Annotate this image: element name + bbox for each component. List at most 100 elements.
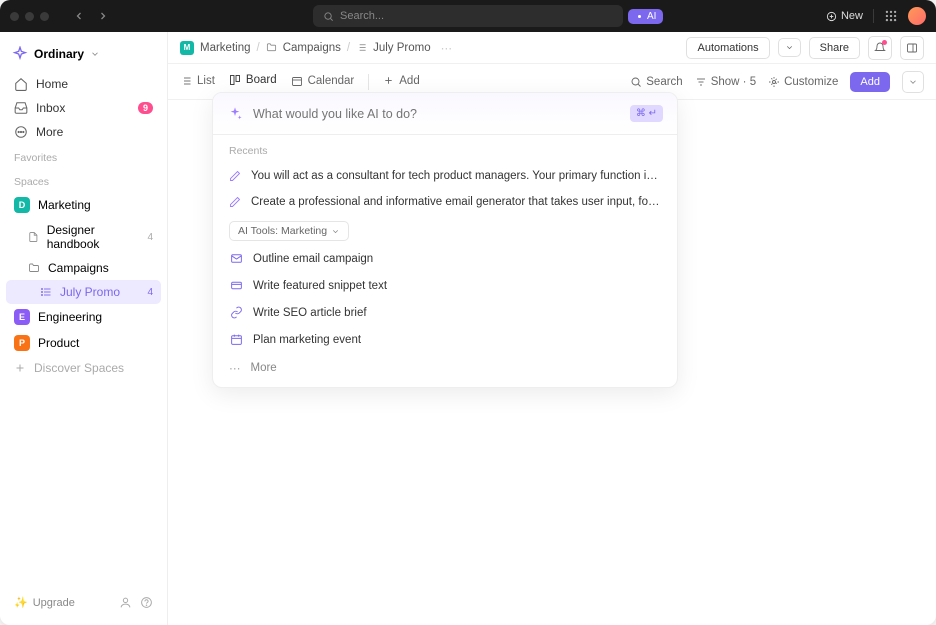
nav-inbox[interactable]: Inbox 9 bbox=[6, 96, 161, 120]
search-button[interactable]: Search bbox=[630, 76, 682, 88]
add-task-dropdown[interactable] bbox=[902, 71, 924, 93]
search-icon bbox=[630, 76, 642, 88]
maximize-icon[interactable] bbox=[40, 12, 49, 21]
main: M Marketing / Campaigns / July Promo ⋯ A… bbox=[168, 32, 936, 625]
plus-circle-icon bbox=[826, 11, 837, 22]
chevron-down-icon bbox=[90, 49, 100, 59]
sparkle-icon bbox=[635, 12, 644, 21]
breadcrumb-folder[interactable]: Campaigns bbox=[283, 42, 341, 54]
space-engineering[interactable]: E Engineering bbox=[6, 304, 161, 330]
doc-icon bbox=[28, 231, 39, 243]
sidebar-footer: ✨ Upgrade bbox=[6, 588, 161, 617]
ai-tool-item[interactable]: Write featured snippet text bbox=[213, 272, 677, 299]
user-icon[interactable] bbox=[119, 596, 132, 609]
notifications-button[interactable] bbox=[868, 36, 892, 60]
ai-prompt-row[interactable]: ⌘ ↵ bbox=[213, 93, 677, 134]
divider bbox=[873, 9, 874, 23]
help-icon[interactable] bbox=[140, 596, 153, 609]
more-icon bbox=[14, 125, 28, 139]
folder-icon bbox=[266, 42, 277, 53]
breadcrumb-space[interactable]: Marketing bbox=[200, 42, 251, 54]
plus-icon bbox=[14, 362, 26, 374]
card-icon bbox=[229, 279, 243, 292]
inbox-badge: 9 bbox=[138, 102, 153, 114]
space-color-chip: E bbox=[14, 309, 30, 325]
minimize-icon[interactable] bbox=[25, 12, 34, 21]
sidebar: Ordinary Home Inbox 9 More Favorites Spa… bbox=[0, 32, 168, 625]
nav-more[interactable]: More bbox=[6, 120, 161, 144]
gear-icon bbox=[768, 76, 780, 88]
logo-icon bbox=[12, 46, 28, 62]
breadcrumb: M Marketing / Campaigns / July Promo ⋯ A… bbox=[168, 32, 936, 64]
close-icon[interactable] bbox=[10, 12, 19, 21]
space-color-chip: D bbox=[14, 197, 30, 213]
sidebar-item-campaigns[interactable]: Campaigns bbox=[6, 256, 161, 280]
keyboard-shortcut: ⌘ ↵ bbox=[630, 105, 663, 122]
ai-prompt-input[interactable] bbox=[253, 107, 620, 121]
chevron-down-icon bbox=[908, 77, 918, 87]
topbar: Search... AI New bbox=[0, 0, 936, 32]
space-product[interactable]: P Product bbox=[6, 330, 161, 356]
workspace-switcher[interactable]: Ordinary bbox=[6, 40, 161, 72]
favorites-label: Favorites bbox=[6, 144, 161, 168]
home-icon bbox=[14, 77, 28, 91]
automations-button[interactable]: Automations bbox=[686, 37, 769, 59]
ellipsis-icon: ⋯ bbox=[229, 361, 241, 375]
mail-icon bbox=[229, 252, 243, 265]
recent-prompt[interactable]: You will act as a consultant for tech pr… bbox=[213, 163, 677, 189]
tab-list[interactable]: List bbox=[180, 64, 215, 100]
share-button[interactable]: Share bbox=[809, 37, 860, 59]
forward-button[interactable] bbox=[93, 6, 113, 26]
list-icon bbox=[40, 286, 52, 298]
calendar-icon bbox=[291, 75, 303, 87]
apps-icon[interactable] bbox=[884, 9, 898, 23]
recent-prompt[interactable]: Create a professional and informative em… bbox=[213, 189, 677, 215]
board-icon bbox=[229, 74, 241, 86]
ai-tools-filter[interactable]: AI Tools: Marketing bbox=[229, 221, 349, 241]
customize-button[interactable]: Customize bbox=[768, 76, 838, 88]
nav-home[interactable]: Home bbox=[6, 72, 161, 96]
folder-icon bbox=[28, 262, 40, 274]
new-button[interactable]: New bbox=[826, 10, 863, 22]
spaces-label: Spaces bbox=[6, 168, 161, 192]
add-task-button[interactable]: Add bbox=[850, 72, 890, 92]
sparkle-icon: ✨ bbox=[14, 596, 28, 609]
inbox-icon bbox=[14, 101, 28, 115]
search-placeholder: Search... bbox=[340, 10, 384, 22]
ai-panel: ⌘ ↵ Recents You will act as a consultant… bbox=[212, 92, 678, 388]
list-icon bbox=[180, 75, 192, 87]
ai-tool-item[interactable]: Write SEO article brief bbox=[213, 299, 677, 326]
app-window: Search... AI New Ordinary bbox=[0, 0, 936, 625]
ai-tool-item[interactable]: Outline email campaign bbox=[213, 245, 677, 272]
ai-more-button[interactable]: ⋯ More bbox=[213, 353, 677, 387]
more-icon[interactable]: ⋯ bbox=[441, 41, 453, 55]
discover-spaces[interactable]: Discover Spaces bbox=[6, 356, 161, 380]
ai-badge[interactable]: AI bbox=[628, 9, 663, 24]
recents-label: Recents bbox=[213, 135, 677, 163]
search-icon bbox=[323, 11, 334, 22]
calendar-icon bbox=[229, 333, 243, 346]
space-color-chip: P bbox=[14, 335, 30, 351]
link-icon bbox=[229, 306, 243, 319]
pencil-icon bbox=[229, 196, 241, 208]
avatar[interactable] bbox=[908, 7, 926, 25]
list-icon bbox=[356, 42, 367, 53]
panel-icon bbox=[906, 42, 918, 54]
sidebar-toggle[interactable] bbox=[900, 36, 924, 60]
sidebar-item-july-promo[interactable]: July Promo 4 bbox=[6, 280, 161, 304]
back-button[interactable] bbox=[69, 6, 89, 26]
ai-tool-item[interactable]: Plan marketing event bbox=[213, 326, 677, 353]
pencil-icon bbox=[229, 170, 241, 182]
chevron-down-icon bbox=[331, 227, 340, 236]
space-marketing[interactable]: D Marketing bbox=[6, 192, 161, 218]
filter-icon bbox=[695, 76, 707, 88]
sparkle-icon bbox=[227, 106, 243, 122]
show-button[interactable]: Show · 5 bbox=[695, 76, 756, 88]
upgrade-button[interactable]: ✨ Upgrade bbox=[14, 596, 75, 609]
space-chip[interactable]: M bbox=[180, 41, 194, 55]
window-controls[interactable] bbox=[10, 12, 49, 21]
global-search[interactable]: Search... bbox=[313, 5, 623, 27]
breadcrumb-list[interactable]: July Promo bbox=[373, 42, 431, 54]
sidebar-item-designer-handbook[interactable]: Designer handbook 4 bbox=[6, 218, 161, 256]
automations-dropdown[interactable] bbox=[778, 38, 801, 57]
